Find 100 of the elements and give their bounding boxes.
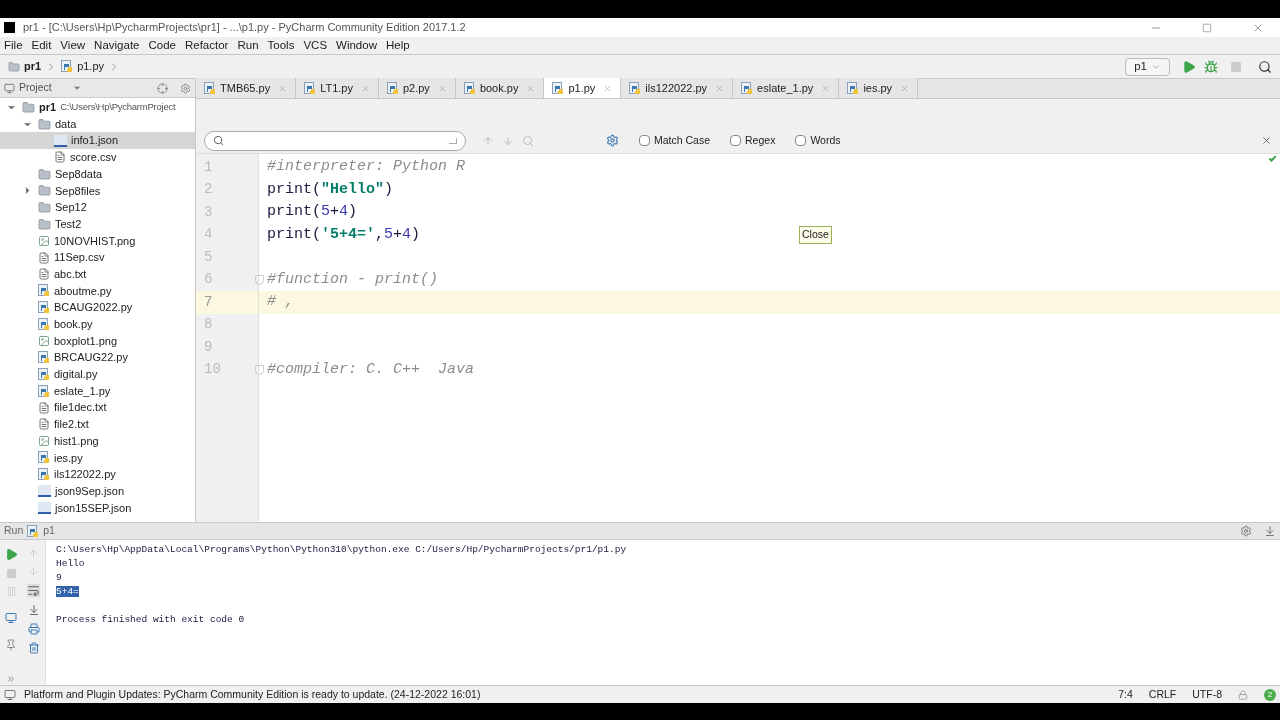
more-icon[interactable] xyxy=(6,674,16,684)
locate-icon[interactable] xyxy=(157,82,168,94)
tree-item[interactable]: BRCAUG22.py xyxy=(0,349,195,366)
editor-tab[interactable]: LT1.py xyxy=(296,78,379,98)
tree-item[interactable]: 11Sep.csv xyxy=(0,249,195,266)
menu-item[interactable]: File xyxy=(4,36,23,55)
caret-position[interactable]: 7:4 xyxy=(1118,686,1133,703)
run-config-tab[interactable]: p1 xyxy=(43,523,55,539)
down-icon[interactable] xyxy=(28,566,39,577)
find-all-icon[interactable] xyxy=(522,134,534,147)
tree-item[interactable]: json15SEP.json xyxy=(0,499,195,517)
tree-item[interactable]: ies.py xyxy=(0,449,195,467)
run-icon[interactable] xyxy=(1182,59,1196,74)
tree-item[interactable]: info1.json xyxy=(0,132,195,150)
run-config-dropdown[interactable]: p1 xyxy=(1125,57,1170,76)
settings-icon[interactable] xyxy=(180,82,191,94)
menu-item[interactable]: Help xyxy=(385,36,410,55)
tree-item[interactable]: BCAUG2022.py xyxy=(0,299,195,316)
code-line: print('5+4=',5+4) xyxy=(267,224,421,245)
scroll-to-end-icon[interactable] xyxy=(27,604,40,616)
menu-item[interactable]: Edit xyxy=(31,36,52,55)
editor-tab[interactable]: TMB65.py xyxy=(196,78,297,98)
trash-icon[interactable] xyxy=(27,642,40,654)
menu-item[interactable]: VCS xyxy=(303,36,328,55)
tree-item[interactable]: ils122022.py xyxy=(0,466,195,483)
close-tab-icon[interactable] xyxy=(715,83,725,93)
menu-item[interactable]: Refactor xyxy=(184,36,229,55)
search-field[interactable] xyxy=(204,130,466,151)
sidebar-title[interactable]: Project xyxy=(19,80,52,96)
stop-icon[interactable] xyxy=(1230,60,1242,73)
status-message[interactable]: Platform and Plugin Updates: PyCharm Community Edition is ready to update. (24-12-2022 16:01) xyxy=(24,686,481,703)
close-tab-icon[interactable] xyxy=(360,83,370,93)
caret-icon[interactable] xyxy=(71,83,82,93)
editor-tab[interactable]: p1.py xyxy=(544,78,622,98)
tree-item[interactable]: Sep12 xyxy=(0,199,195,216)
editor-tab[interactable]: p2.py xyxy=(378,78,456,98)
encoding-selector[interactable]: UTF-8 xyxy=(1192,686,1222,703)
tree-item[interactable]: 10NOVHIST.png xyxy=(0,232,195,250)
close-icon[interactable] xyxy=(1261,135,1272,146)
checkbox[interactable] xyxy=(730,135,742,146)
checkbox-label[interactable]: Match Case xyxy=(654,132,711,149)
search-icon[interactable] xyxy=(1258,59,1272,74)
tree-item[interactable]: Sep8files xyxy=(0,182,195,200)
close-tab-icon[interactable] xyxy=(526,83,536,93)
tree-item[interactable]: boxplot1.png xyxy=(0,332,195,350)
tree-item[interactable]: score.csv xyxy=(0,149,195,166)
tree-item[interactable]: abc.txt xyxy=(0,265,195,283)
settings-icon[interactable] xyxy=(1240,525,1252,537)
tree-item[interactable]: aboutme.py xyxy=(0,282,195,300)
menu-item[interactable]: View xyxy=(60,36,86,55)
tree-item[interactable]: digital.py xyxy=(0,366,195,383)
text-file-icon xyxy=(38,401,50,414)
debug-icon[interactable] xyxy=(1204,59,1218,74)
tree-item[interactable]: file1dec.txt xyxy=(0,399,195,417)
menu-item[interactable]: Code xyxy=(148,36,176,55)
tree-item[interactable]: hist1.png xyxy=(0,432,195,450)
pin-icon[interactable] xyxy=(5,639,17,651)
tree-item[interactable]: Test2 xyxy=(0,215,195,233)
checkbox[interactable] xyxy=(639,135,650,146)
editor-tab[interactable]: ies.py xyxy=(839,78,919,98)
tree-item[interactable]: file2.txt xyxy=(0,416,195,433)
python-file-icon xyxy=(386,81,399,95)
soft-wrap-icon[interactable] xyxy=(27,584,40,597)
tree-item[interactable]: book.py xyxy=(0,315,195,333)
tooltip: Close xyxy=(799,226,832,244)
checkbox[interactable] xyxy=(795,135,807,146)
close-tab-icon[interactable] xyxy=(603,83,613,93)
close-tab-icon[interactable] xyxy=(437,83,447,93)
folder-icon xyxy=(38,117,51,131)
editor-tab[interactable]: eslate_1.py xyxy=(733,78,840,98)
editor-tab[interactable]: book.py xyxy=(455,78,545,98)
menu-item[interactable]: Window xyxy=(336,36,377,55)
hide-panel-icon[interactable] xyxy=(1264,525,1276,537)
menu-item[interactable]: Tools xyxy=(267,36,295,55)
lock-icon[interactable] xyxy=(1238,689,1248,700)
checkbox-label[interactable]: Words xyxy=(810,132,841,149)
tree-item[interactable]: pr1 C:\Users\Hp\PycharmProject xyxy=(0,99,195,116)
search-icon xyxy=(213,135,224,146)
checkbox-label[interactable]: Regex xyxy=(745,132,776,149)
up-icon[interactable] xyxy=(28,548,39,559)
breadcrumb[interactable]: pr1 xyxy=(24,58,42,75)
menu-item[interactable]: Navigate xyxy=(94,36,140,55)
editor-tab[interactable]: ils122022.py xyxy=(621,78,734,98)
tree-item[interactable]: data xyxy=(0,115,195,133)
maximize-icon[interactable] xyxy=(1202,22,1212,33)
close-tab-icon[interactable] xyxy=(900,83,910,93)
rerun-icon[interactable] xyxy=(4,548,18,561)
image-file-icon xyxy=(38,234,50,247)
settings-icon[interactable] xyxy=(606,134,619,147)
tree-item[interactable]: json9Sep.json xyxy=(0,482,195,500)
menu-item[interactable]: Run xyxy=(237,36,259,55)
close-tab-icon[interactable] xyxy=(821,83,831,93)
next-occurrence-icon[interactable] xyxy=(502,134,514,147)
close-tab-icon[interactable] xyxy=(278,83,288,93)
print-icon[interactable] xyxy=(27,623,40,635)
stop-icon[interactable] xyxy=(5,568,17,579)
tree-item[interactable]: eslate_1.py xyxy=(0,382,195,400)
breadcrumb[interactable]: p1.py xyxy=(77,58,105,75)
line-separator-selector[interactable]: CRLF xyxy=(1148,686,1177,703)
tree-item[interactable]: Sep8data xyxy=(0,165,195,183)
